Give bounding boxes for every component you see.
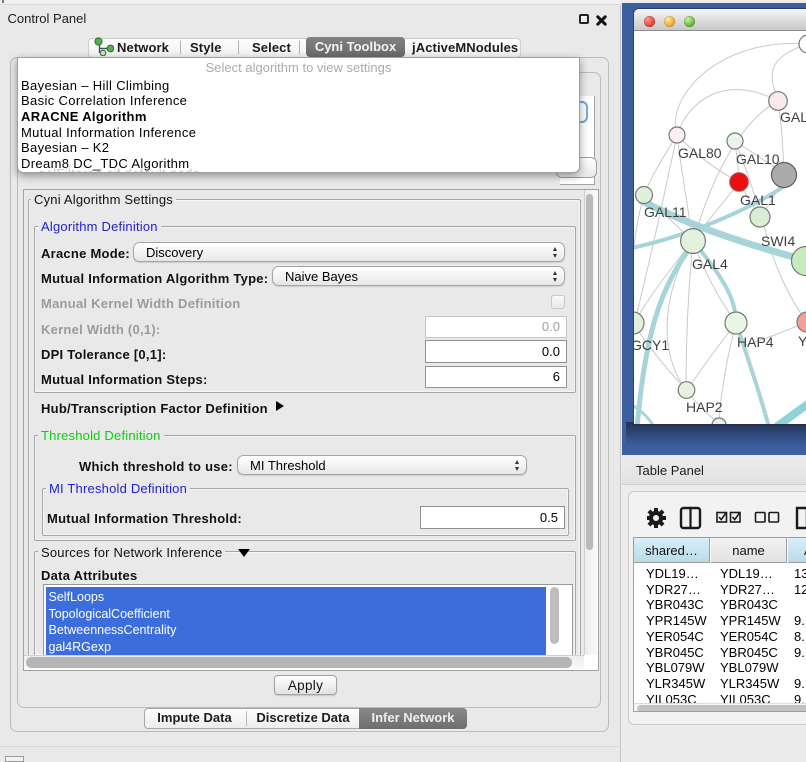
svg-text:GCY1: GCY1 [634,337,669,353]
svg-text:GAL11: GAL11 [644,204,687,220]
svg-text:SWI4: SWI4 [761,233,795,249]
svg-text:HAP2: HAP2 [686,399,723,415]
svg-text:GAL80: GAL80 [678,145,722,161]
svg-text:HAP4: HAP4 [737,334,774,350]
svg-text:GAL4: GAL4 [692,256,728,272]
svg-text:GAL1: GAL1 [740,192,776,208]
svg-text:GAL7: GAL7 [780,109,806,125]
svg-text:GAL10: GAL10 [736,151,780,167]
svg-text:YM: YM [798,333,806,349]
